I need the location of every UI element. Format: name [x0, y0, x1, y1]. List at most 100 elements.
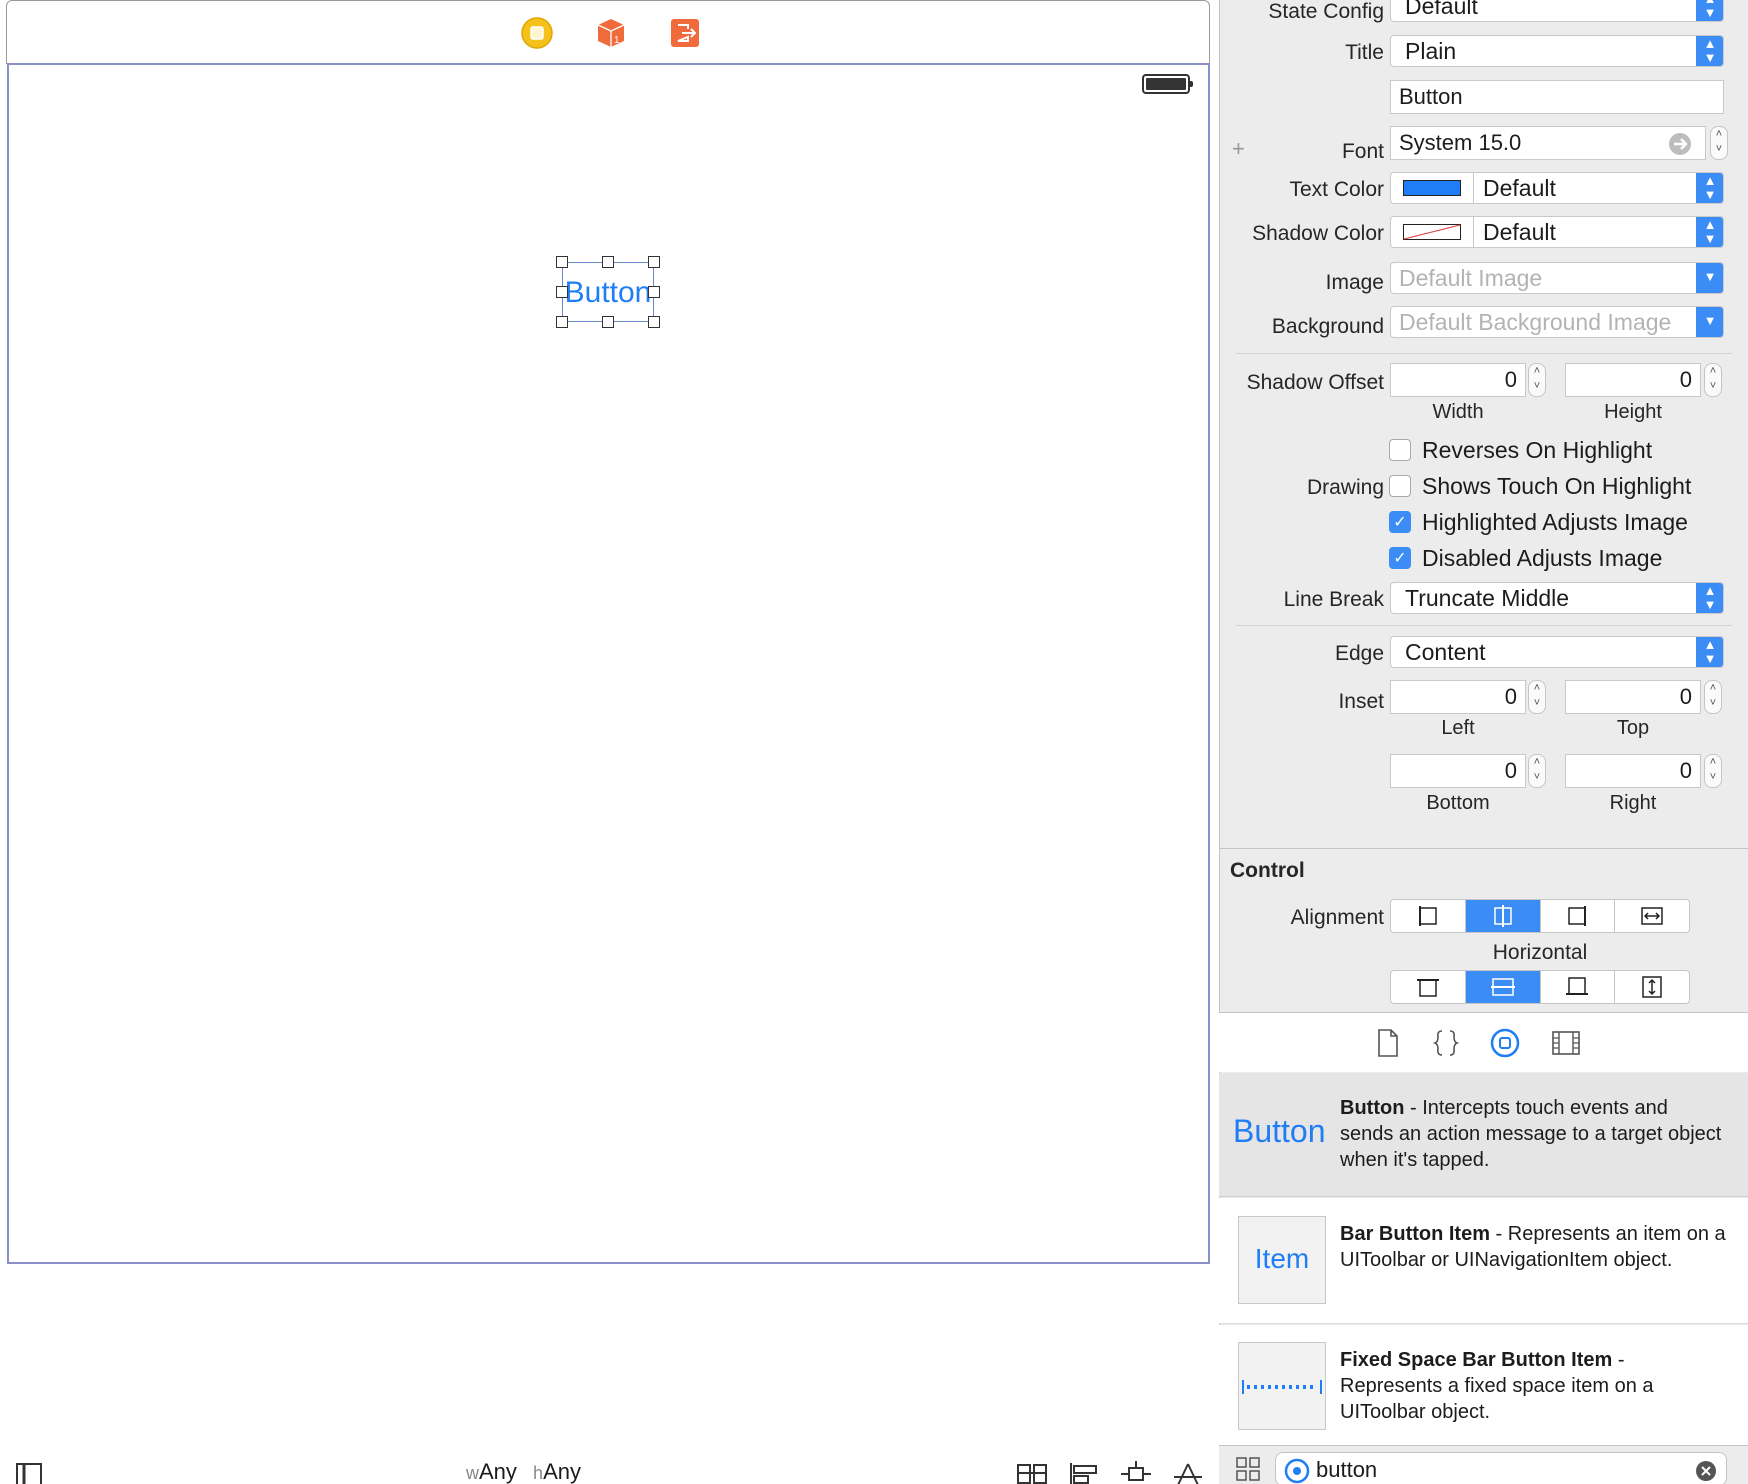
- inset-left-stepper[interactable]: ˄ ˅: [1528, 680, 1546, 714]
- align-bottom-icon: [1566, 977, 1589, 995]
- chevron-down-icon: ▼: [1696, 307, 1723, 337]
- vertical-alignment-control[interactable]: [1390, 970, 1690, 1004]
- media-library-icon[interactable]: [1551, 1029, 1581, 1057]
- resize-handle-t[interactable]: [602, 256, 614, 268]
- font-value: System 15.0: [1399, 130, 1522, 155]
- inset-right-field[interactable]: 0: [1565, 754, 1701, 788]
- resize-handle-br[interactable]: [648, 316, 660, 328]
- size-class-control[interactable]: wAny hAny: [466, 1459, 581, 1484]
- align-left-segment[interactable]: [1391, 900, 1466, 932]
- button-title: Button: [564, 276, 652, 309]
- library-item-name: Bar Button Item: [1340, 1223, 1490, 1245]
- align-fill-horizontal-icon: [1641, 907, 1663, 925]
- shadow-offset-height-field[interactable]: 0: [1565, 363, 1701, 397]
- library-tab-bar: [1219, 1012, 1748, 1072]
- edge-label: Edge: [1334, 642, 1384, 665]
- title-type-popup[interactable]: Plain ▲ ▼: [1390, 35, 1724, 67]
- horizontal-label: Horizontal: [1492, 941, 1588, 964]
- inset-bottom-label: Bottom: [1426, 792, 1490, 814]
- chevron-updown-icon: ▲▼: [1696, 173, 1723, 203]
- chevron-down-icon: ▼: [1696, 263, 1723, 293]
- align-fill-vertical-segment[interactable]: [1615, 971, 1689, 1003]
- font-field[interactable]: System 15.0: [1390, 126, 1706, 160]
- inset-top-field[interactable]: 0: [1565, 680, 1701, 714]
- inset-right-stepper[interactable]: ˄ ˅: [1704, 754, 1722, 788]
- exit-icon[interactable]: [668, 16, 702, 50]
- scene-view[interactable]: [7, 63, 1210, 1264]
- width-label: Width: [1432, 401, 1484, 423]
- toggle-outline-icon[interactable]: [16, 1463, 42, 1484]
- state-config-popup[interactable]: Default ▲▼: [1390, 0, 1724, 22]
- align-right-segment[interactable]: [1541, 900, 1616, 932]
- library-item-fixed-space-desc: Fixed Space Bar Button Item - Represents…: [1340, 1347, 1726, 1425]
- scene-dock: 1: [6, 0, 1210, 64]
- text-color-label: Text Color: [1289, 178, 1384, 201]
- bar-button-item-thumb: Item: [1238, 1216, 1326, 1304]
- align-top-segment[interactable]: [1391, 971, 1466, 1003]
- image-combo[interactable]: Default Image ▼: [1390, 262, 1724, 294]
- title-label: Title: [1345, 41, 1384, 64]
- file-template-icon[interactable]: [1375, 1028, 1401, 1058]
- resize-handle-l[interactable]: [556, 286, 568, 298]
- align-left-icon: [1418, 906, 1437, 926]
- align-fill-vertical-icon: [1642, 976, 1662, 998]
- resolve-issues-icon[interactable]: [1172, 1461, 1204, 1484]
- resize-handle-r[interactable]: [648, 286, 660, 298]
- clear-color-swatch: [1403, 224, 1461, 240]
- align-center-segment[interactable]: [1465, 900, 1541, 932]
- line-break-popup[interactable]: Truncate Middle ▲ ▼: [1390, 582, 1724, 614]
- font-picker-icon[interactable]: [1667, 132, 1693, 156]
- control-section-title: Control: [1230, 859, 1305, 882]
- resize-handle-tl[interactable]: [556, 256, 568, 268]
- shadow-offset-width-field[interactable]: 0: [1390, 363, 1526, 397]
- background-combo[interactable]: Default Background Image ▼: [1390, 306, 1724, 338]
- align-icon[interactable]: [1068, 1461, 1100, 1484]
- button-thumb: Button: [1233, 1113, 1326, 1149]
- font-label: Font: [1341, 140, 1384, 163]
- inset-left-value: 0: [1504, 684, 1517, 709]
- edge-popup[interactable]: Content ▲ ▼: [1390, 636, 1724, 668]
- library-search-field[interactable]: button: [1275, 1452, 1727, 1484]
- highlighted-adjusts-image-checkbox[interactable]: ✓: [1389, 511, 1411, 533]
- align-fill-segment[interactable]: [1615, 900, 1689, 932]
- inset-right-label: Right: [1609, 792, 1657, 814]
- shadow-color-value: Default: [1483, 219, 1556, 245]
- shadow-offset-width-stepper[interactable]: ˄ ˅: [1528, 363, 1546, 397]
- resize-handle-bl[interactable]: [556, 316, 568, 328]
- shadow-offset-height-stepper[interactable]: ˄ ˅: [1704, 363, 1722, 397]
- view-controller-icon[interactable]: [520, 16, 554, 50]
- inset-left-field[interactable]: 0: [1390, 680, 1526, 714]
- align-bottom-segment[interactable]: [1541, 971, 1616, 1003]
- stack-icon[interactable]: [1016, 1461, 1048, 1484]
- clear-search-icon[interactable]: [1694, 1459, 1718, 1483]
- resize-handle-tr[interactable]: [648, 256, 660, 268]
- align-top-icon: [1416, 979, 1439, 997]
- shadow-color-popup[interactable]: Default ▲ ▼: [1390, 216, 1724, 248]
- canvas-bottom-bar: wAny hAny: [0, 1455, 1218, 1484]
- font-size-stepper[interactable]: ˄ ˅: [1710, 126, 1728, 160]
- fixed-space-thumb: [1238, 1342, 1326, 1430]
- pin-icon[interactable]: [1120, 1461, 1152, 1484]
- title-text-field[interactable]: Button: [1390, 80, 1724, 114]
- inset-left-label: Left: [1441, 717, 1475, 739]
- inset-top-stepper[interactable]: ˄ ˅: [1704, 680, 1722, 714]
- title-text-value: Button: [1399, 84, 1463, 109]
- storyboard-canvas[interactable]: 1 Button wAny hAny: [0, 0, 1218, 1484]
- inset-bottom-stepper[interactable]: ˄ ˅: [1528, 754, 1546, 788]
- grid-view-icon[interactable]: [1235, 1456, 1261, 1482]
- object-library-icon[interactable]: [1489, 1027, 1521, 1059]
- disabled-adjusts-image-checkbox[interactable]: ✓: [1389, 547, 1411, 569]
- library-item-name: Button: [1340, 1097, 1405, 1119]
- inset-bottom-field[interactable]: 0: [1390, 754, 1526, 788]
- align-middle-segment[interactable]: [1465, 971, 1541, 1003]
- code-snippet-icon[interactable]: [1433, 1028, 1459, 1058]
- resize-handle-b[interactable]: [602, 316, 614, 328]
- search-value: button: [1316, 1457, 1378, 1482]
- add-variation-button[interactable]: +: [1232, 136, 1245, 162]
- text-color-popup[interactable]: Default ▲ ▼: [1390, 172, 1724, 204]
- horizontal-alignment-control[interactable]: [1390, 899, 1690, 933]
- selected-button[interactable]: Button: [562, 262, 654, 322]
- reverses-on-highlight-checkbox[interactable]: [1389, 439, 1411, 461]
- shows-touch-on-highlight-checkbox[interactable]: [1389, 475, 1411, 497]
- first-responder-icon[interactable]: 1: [594, 16, 628, 50]
